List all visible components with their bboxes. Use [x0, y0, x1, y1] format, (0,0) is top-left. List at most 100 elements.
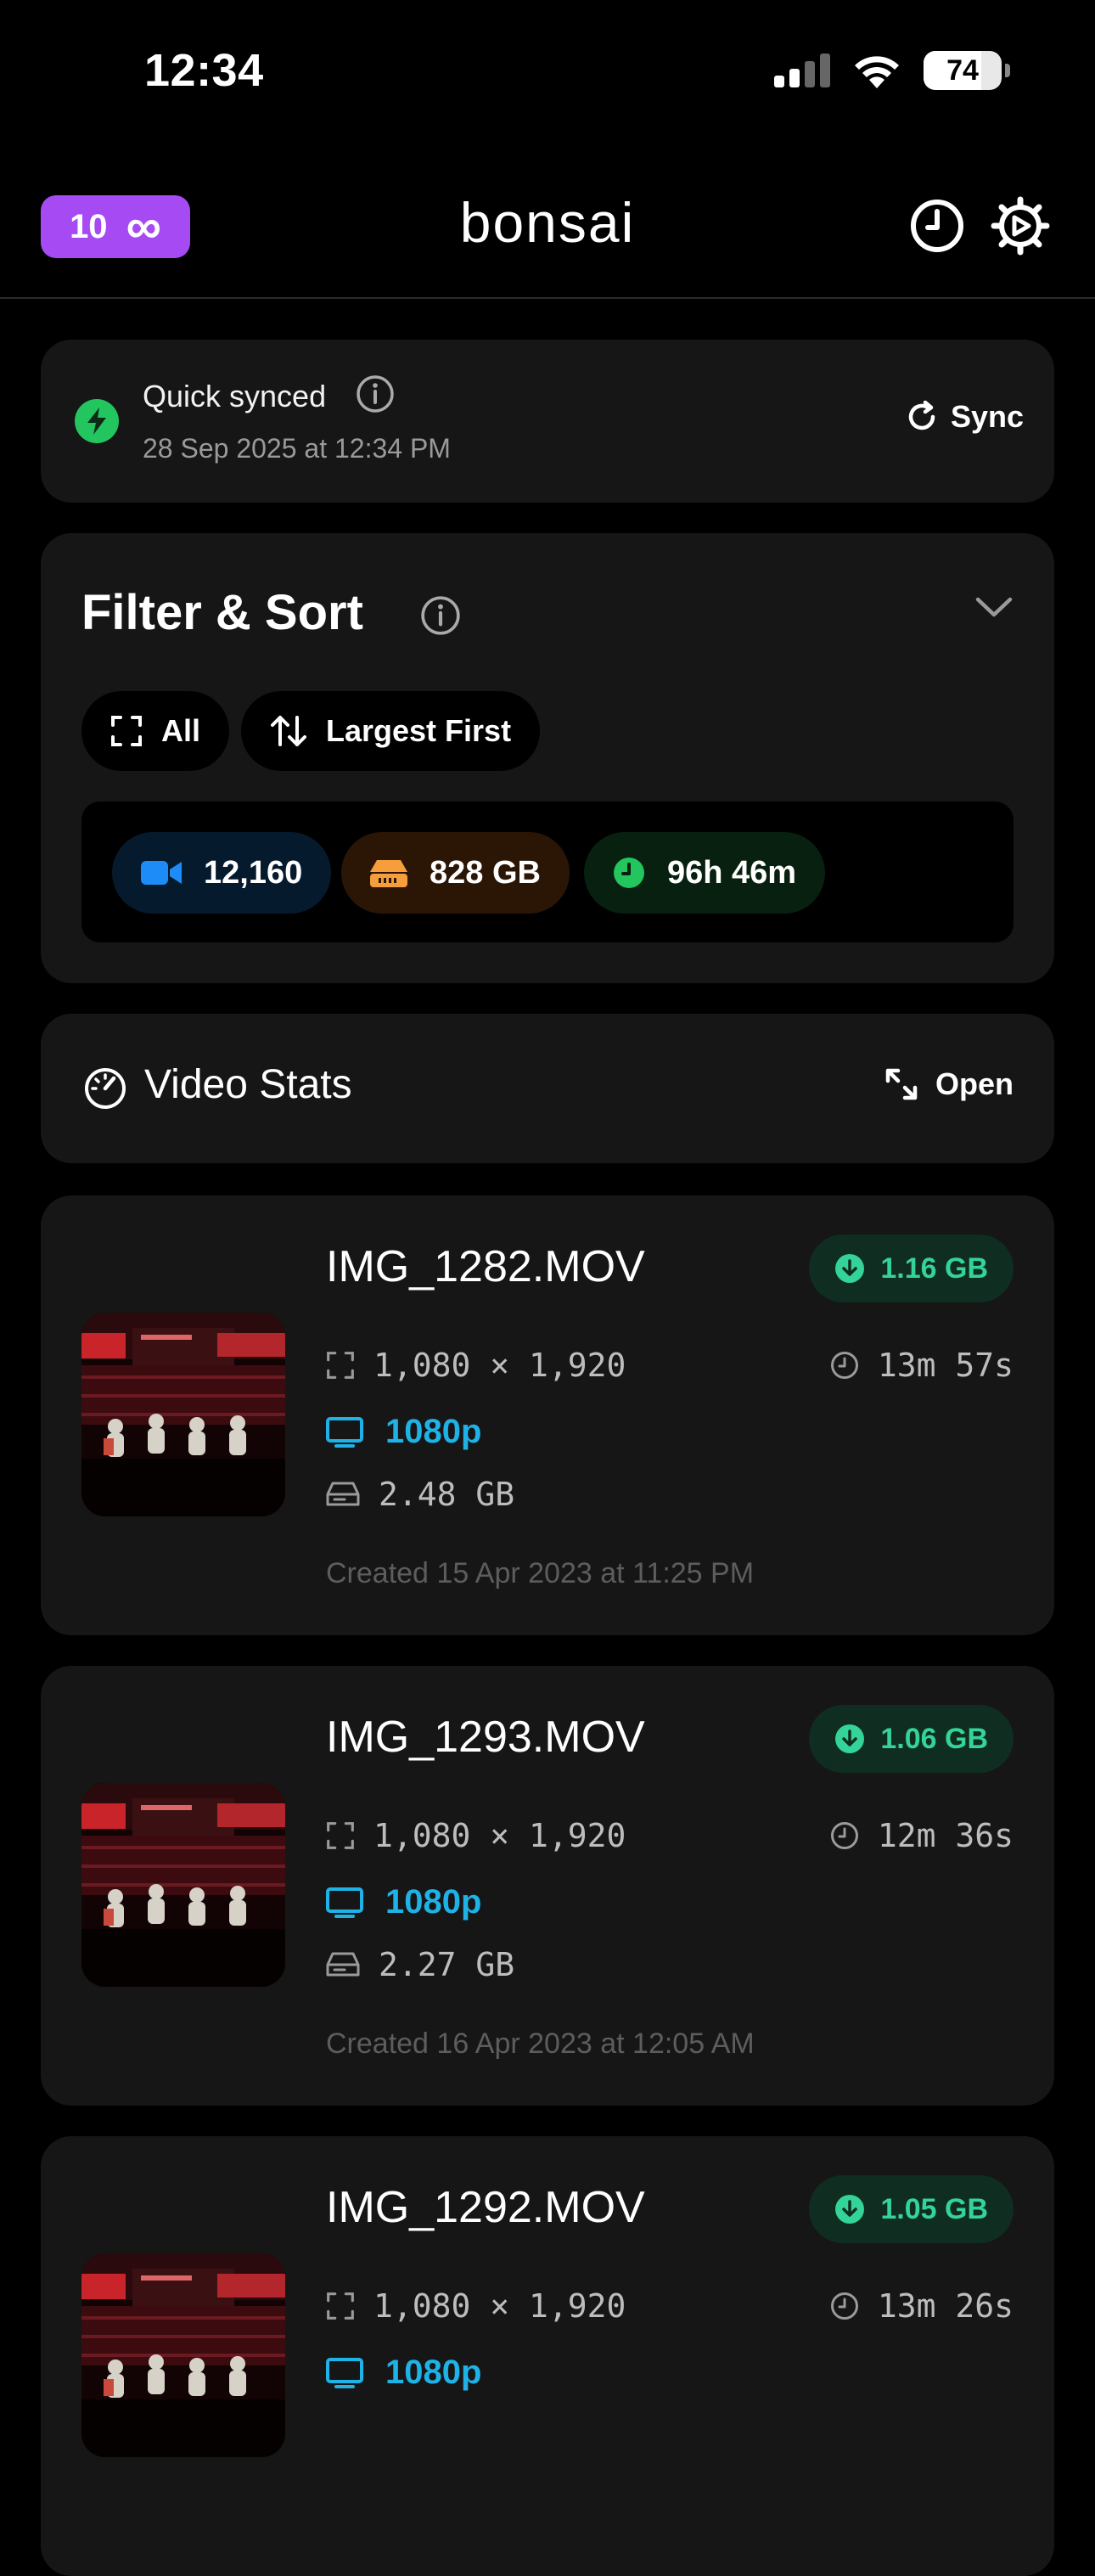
- sort-order-label: Largest First: [326, 713, 512, 748]
- filter-info-icon[interactable]: [419, 594, 462, 641]
- dimensions-row: 1,080 × 1,920: [326, 1817, 626, 1854]
- download-circle-icon: [835, 2195, 865, 2224]
- video-card[interactable]: IMG_1282.MOV 1.16 GB 1,080 × 1,920 13m 5…: [41, 1195, 1054, 1635]
- bolt-icon: [75, 399, 119, 443]
- sync-button[interactable]: Sync: [905, 399, 1024, 435]
- video-resolution: 1080p: [385, 1413, 482, 1450]
- video-resolution: 1080p: [385, 1883, 482, 1921]
- video-filename: IMG_1292.MOV: [326, 2183, 645, 2232]
- savings-badge: 1.16 GB: [809, 1235, 1014, 1302]
- frame-icon: [111, 716, 142, 746]
- dimensions-row: 1,080 × 1,920: [326, 1347, 626, 1384]
- duration-row: 13m 26s: [830, 2287, 1014, 2325]
- total-duration: 96h 46m: [667, 854, 797, 891]
- sync-button-label: Sync: [950, 399, 1024, 434]
- hard-drive-icon: [370, 860, 407, 887]
- video-thumbnail: [81, 1313, 285, 1516]
- clock-icon: [911, 200, 963, 252]
- sync-card: Quick synced 28 Sep 2025 at 12:34 PM Syn…: [41, 340, 1054, 503]
- frame-icon: [327, 1822, 354, 1849]
- video-duration: 12m 36s: [877, 1817, 1014, 1854]
- video-file-size: 2.27 GB: [379, 1946, 515, 1983]
- clock-icon: [830, 1352, 858, 1379]
- resolution-row: 1080p: [326, 1883, 481, 1921]
- sort-order-chip[interactable]: Largest First: [241, 691, 541, 771]
- video-filename: IMG_1282.MOV: [326, 1242, 645, 1291]
- video-camera-icon: [141, 861, 182, 885]
- filter-sort-title: Filter & Sort: [81, 585, 363, 640]
- settings-button[interactable]: [990, 195, 1051, 256]
- video-dimensions: 1,080 × 1,920: [373, 1347, 626, 1384]
- savings-amount: 1.06 GB: [880, 1722, 988, 1755]
- video-filename: IMG_1293.MOV: [326, 1713, 645, 1762]
- cellular-signal-icon: [774, 53, 830, 87]
- sync-info-icon[interactable]: [355, 374, 396, 419]
- monitor-icon: [326, 1887, 363, 1918]
- status-bar: 12:34 74: [0, 0, 1095, 144]
- sync-date: 28 Sep 2025 at 12:34 PM: [143, 433, 451, 464]
- hard-drive-icon: [326, 1482, 360, 1506]
- video-thumbnail: [81, 1783, 285, 1987]
- total-duration-pill: 96h 46m: [584, 832, 826, 914]
- file-size-row: 2.48 GB: [326, 1476, 514, 1513]
- video-created-date: Created 15 Apr 2023 at 11:25 PM: [326, 1557, 755, 1589]
- video-file-size: 2.48 GB: [379, 1476, 515, 1513]
- resolution-row: 1080p: [326, 1413, 481, 1451]
- clock-icon: [830, 2292, 858, 2320]
- sync-status-title: Quick synced: [143, 379, 327, 413]
- dimensions-row: 1,080 × 1,920: [326, 2287, 626, 2325]
- clock-icon: [614, 858, 644, 888]
- resolution-row: 1080p: [326, 2354, 481, 2392]
- gear-icon: [991, 196, 1050, 256]
- status-indicators: 74: [774, 51, 1010, 90]
- clock-icon: [830, 1822, 858, 1849]
- frame-icon: [327, 1352, 354, 1379]
- video-dimensions: 1,080 × 1,920: [373, 2287, 626, 2325]
- video-dimensions: 1,080 × 1,920: [373, 1817, 626, 1854]
- library-stats-panel: 12,160 828 GB 96h 46m: [81, 801, 1014, 942]
- monitor-icon: [326, 1416, 363, 1448]
- scope-filter-chip[interactable]: All: [81, 691, 230, 771]
- storage-size-pill: 828 GB: [341, 832, 570, 914]
- monitor-icon: [326, 2357, 363, 2388]
- video-card[interactable]: IMG_1293.MOV 1.06 GB 1,080 × 1,920 12m 3…: [41, 1666, 1054, 2106]
- video-stats-card[interactable]: Video Stats Open: [41, 1014, 1054, 1163]
- hard-drive-icon: [326, 1952, 360, 1977]
- expand-icon: [885, 1068, 918, 1100]
- video-count: 12,160: [204, 854, 303, 891]
- refresh-icon: [908, 400, 935, 430]
- battery-cap: [1005, 64, 1010, 77]
- video-thumbnail: [81, 2253, 285, 2457]
- video-created-date: Created 16 Apr 2023 at 12:05 AM: [326, 2028, 755, 2060]
- open-stats-button[interactable]: Open: [884, 1066, 1014, 1102]
- collapse-chevron-button[interactable]: [974, 594, 1014, 624]
- savings-badge: 1.05 GB: [809, 2175, 1014, 2243]
- download-circle-icon: [835, 1724, 865, 1753]
- duration-row: 13m 57s: [830, 1347, 1014, 1384]
- file-size-row: 2.27 GB: [326, 1946, 514, 1983]
- download-circle-icon: [835, 1254, 865, 1283]
- video-count-pill: 12,160: [112, 832, 332, 914]
- battery-percent: 74: [946, 53, 979, 87]
- savings-amount: 1.16 GB: [880, 1251, 988, 1285]
- sort-arrows-icon: [271, 716, 306, 746]
- speedometer-icon: [83, 1066, 127, 1115]
- open-stats-label: Open: [935, 1066, 1014, 1101]
- app-header: 10 ∞ bonsai: [0, 170, 1095, 299]
- frame-icon: [327, 2292, 354, 2320]
- video-resolution: 1080p: [385, 2354, 482, 2391]
- filter-sort-card: Filter & Sort All Largest First 12,160 8…: [41, 533, 1054, 983]
- history-button[interactable]: [907, 195, 968, 256]
- video-card[interactable]: IMG_1292.MOV 1.05 GB 1,080 × 1,920 13m 2…: [41, 2136, 1054, 2576]
- status-time: 12:34: [144, 45, 264, 96]
- savings-amount: 1.05 GB: [880, 2192, 988, 2225]
- video-duration: 13m 57s: [877, 1347, 1014, 1384]
- battery-indicator: 74: [924, 51, 1010, 90]
- duration-row: 12m 36s: [830, 1817, 1014, 1854]
- storage-size: 828 GB: [430, 854, 541, 891]
- scope-filter-label: All: [161, 713, 201, 748]
- video-duration: 13m 26s: [877, 2287, 1014, 2325]
- video-stats-label: Video Stats: [144, 1062, 352, 1107]
- savings-badge: 1.06 GB: [809, 1705, 1014, 1773]
- wifi-icon: [855, 56, 899, 88]
